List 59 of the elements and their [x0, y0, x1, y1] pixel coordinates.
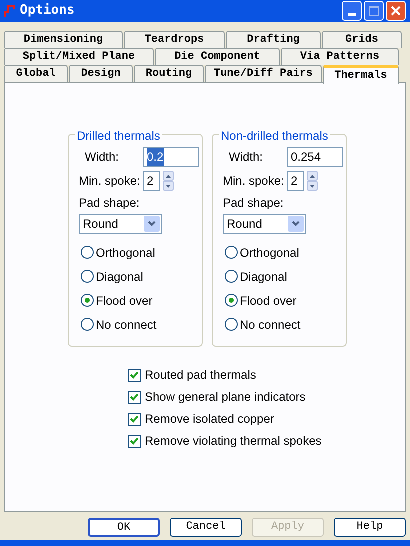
field-label: Min. spoke:: [223, 173, 283, 190]
spin-up-button[interactable]: [163, 171, 174, 181]
tab[interactable]: Dimensioning: [4, 31, 123, 48]
up-arrow-icon: [166, 174, 171, 178]
checkmark-icon: [130, 415, 139, 423]
field-label: Min. spoke:: [79, 173, 139, 190]
tab[interactable]: Via Patterns: [281, 48, 399, 65]
pad-shape-dropdown[interactable]: Round: [79, 214, 162, 234]
spoke-field[interactable]: 2: [287, 171, 304, 191]
tab[interactable]: Teardrops: [124, 31, 225, 48]
tab[interactable]: Split/Mixed Plane: [4, 48, 154, 65]
tab[interactable]: Tune/Diff Pairs: [205, 65, 322, 82]
radio-option[interactable]: Flood over: [81, 294, 202, 307]
tab[interactable]: Global: [4, 65, 68, 82]
radio-option[interactable]: Orthogonal: [81, 246, 202, 259]
radio-option[interactable]: No connect: [225, 318, 346, 331]
tab[interactable]: Design: [69, 65, 133, 82]
checkbox-option[interactable]: Remove isolated copper: [128, 411, 405, 427]
tab[interactable]: Die Component: [155, 48, 280, 65]
tab[interactable]: Grids: [322, 31, 402, 48]
field-label: Pad shape:: [223, 195, 285, 212]
checkmark-icon: [130, 437, 139, 445]
tab[interactable]: Drafting: [226, 31, 321, 48]
width-field[interactable]: 0.2: [143, 147, 199, 167]
radio-option[interactable]: Diagonal: [81, 270, 202, 283]
spin-down-button[interactable]: [163, 181, 174, 191]
radio-option[interactable]: Flood over: [225, 294, 346, 307]
window-title: Options: [20, 2, 75, 20]
spin-up-button[interactable]: [307, 171, 318, 181]
radio-option[interactable]: Orthogonal: [225, 246, 346, 259]
minimize-icon: [348, 13, 356, 16]
pad-shape-dropdown[interactable]: Round: [223, 214, 306, 234]
dialog-button[interactable]: OK: [88, 518, 160, 537]
maximize-button[interactable]: [364, 1, 384, 21]
close-button[interactable]: [386, 1, 406, 21]
dialog-button[interactable]: Help: [334, 518, 406, 537]
minimize-button[interactable]: [342, 1, 362, 21]
tab[interactable]: Thermals: [323, 65, 399, 84]
width-field[interactable]: 0.254: [287, 147, 343, 167]
radio-option[interactable]: No connect: [81, 318, 202, 331]
spoke-field[interactable]: 2: [143, 171, 160, 191]
checkbox-option[interactable]: Remove violating thermal spokes: [128, 433, 405, 449]
down-arrow-icon: [166, 184, 171, 188]
spin-down-button[interactable]: [307, 181, 318, 191]
checkmark-icon: [130, 393, 139, 401]
field-label: Pad shape:: [79, 195, 141, 212]
checkbox-option[interactable]: Routed pad thermals: [128, 367, 405, 383]
up-arrow-icon: [310, 174, 315, 178]
checkmark-icon: [130, 371, 139, 379]
down-arrow-icon: [310, 184, 315, 188]
maximize-icon: [369, 6, 379, 16]
tab[interactable]: Routing: [134, 65, 204, 82]
dialog-button[interactable]: Cancel: [170, 518, 242, 537]
app-logo-icon: [4, 4, 16, 18]
radio-option[interactable]: Diagonal: [225, 270, 346, 283]
field-label: Width:: [228, 149, 264, 166]
field-label: Width:: [84, 149, 120, 166]
checkbox-option[interactable]: Show general plane indicators: [128, 389, 405, 405]
close-icon: [391, 6, 401, 16]
